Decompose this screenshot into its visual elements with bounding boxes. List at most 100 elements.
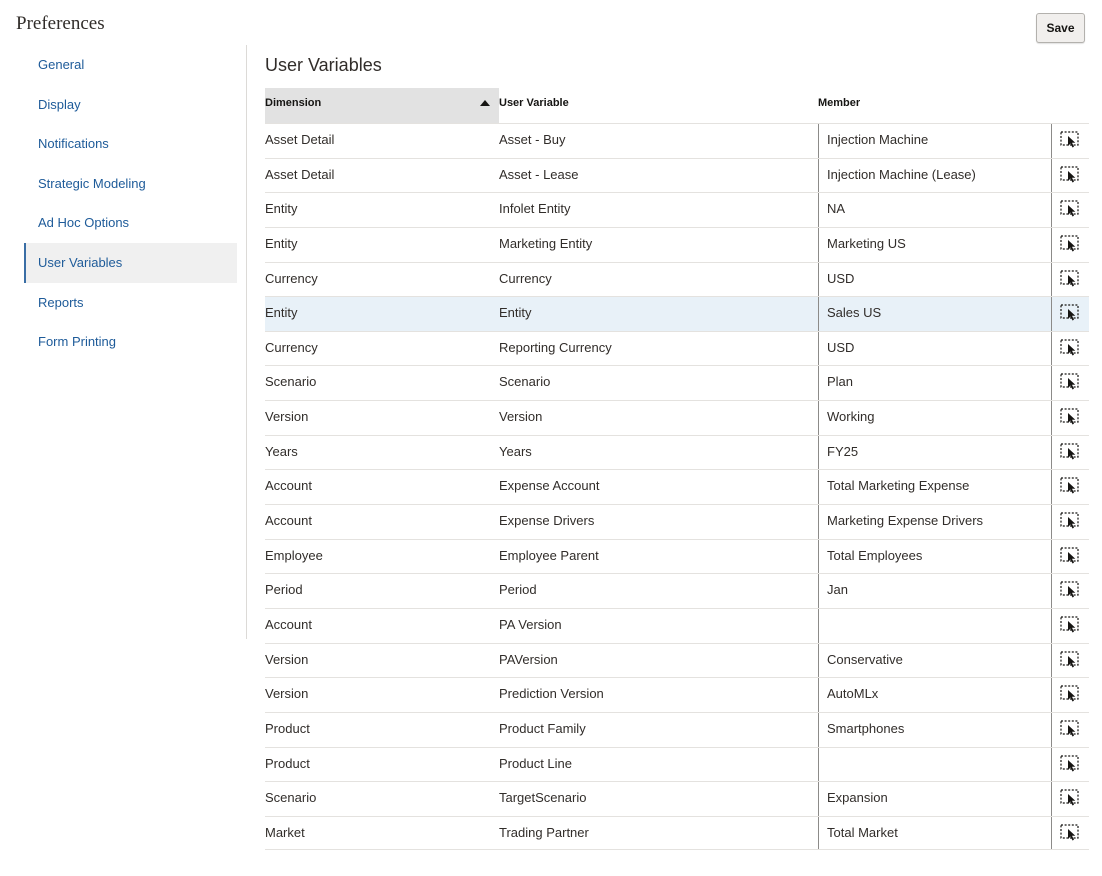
sort-ascending-icon[interactable] — [480, 100, 490, 106]
table-row[interactable]: Currency Reporting Currency USD — [265, 330, 1089, 366]
user-variable-cell: Currency — [499, 270, 552, 286]
user-variable-cell: Marketing Entity — [499, 235, 593, 251]
table-row[interactable]: Period Period Jan — [265, 573, 1089, 608]
sidebar-item-user-variables[interactable]: User Variables — [24, 242, 237, 283]
table-row[interactable]: Version Prediction Version AutoMLx — [265, 677, 1089, 712]
member-field[interactable]: Conservative — [818, 643, 1052, 678]
member-selector-icon[interactable] — [1060, 824, 1080, 842]
member-selector-icon[interactable] — [1060, 512, 1080, 530]
member-selector-icon[interactable] — [1060, 616, 1080, 634]
dimension-cell: Account — [265, 616, 312, 632]
member-field[interactable]: Sales US — [818, 297, 1052, 331]
dimension-cell: Version — [265, 651, 309, 667]
member-field[interactable]: Total Market — [818, 816, 1052, 850]
table-row[interactable]: Product Product Family Smartphones — [265, 711, 1089, 747]
member-selector-icon[interactable] — [1060, 754, 1080, 773]
member-selector-icon[interactable] — [1060, 477, 1080, 495]
member-selector-icon[interactable] — [1060, 131, 1080, 149]
dimension-cell: Currency — [265, 270, 318, 286]
sidebar-item-reports[interactable]: Reports — [24, 283, 237, 323]
table-row[interactable]: Market Trading Partner Total Market — [265, 815, 1089, 851]
member-field[interactable]: Total Marketing Expense — [818, 470, 1052, 505]
table-row[interactable]: Version PAVersion Conservative — [265, 642, 1089, 678]
table-row[interactable]: Currency Currency USD — [265, 261, 1089, 297]
member-field[interactable]: Smartphones — [818, 712, 1052, 747]
member-selector-icon[interactable] — [1060, 339, 1080, 357]
member-field[interactable]: Plan — [818, 366, 1052, 401]
user-variable-cell: PA Version — [499, 616, 562, 632]
user-variable-cell: Reporting Currency — [499, 339, 612, 355]
sidebar-item-ad-hoc-options[interactable]: Ad Hoc Options — [24, 203, 237, 243]
member-field[interactable]: NA — [818, 193, 1052, 227]
member-field[interactable] — [818, 608, 1052, 643]
table-row[interactable]: Employee Employee Parent Total Employees — [265, 538, 1089, 574]
member-selector-icon[interactable] — [1060, 235, 1080, 253]
table-row[interactable]: Entity Infolet Entity NA — [265, 192, 1089, 227]
table-row[interactable]: Account Expense Drivers Marketing Expense … — [265, 504, 1089, 539]
member-selector-icon[interactable] — [1060, 443, 1080, 461]
member-field[interactable]: AutoMLx — [818, 678, 1052, 712]
sidebar-item-general[interactable]: General — [24, 45, 237, 85]
sidebar-item-form-printing[interactable]: Form Printing — [24, 322, 237, 362]
table-header: Dimension User Variable Member — [265, 88, 1089, 123]
table-row[interactable]: Asset Detail Asset - Buy Injection Machine — [265, 123, 1089, 158]
user-variable-cell: Scenario — [499, 374, 551, 390]
member-selector-icon[interactable] — [1060, 581, 1080, 599]
table-row[interactable]: Account PA Version — [265, 607, 1089, 643]
table-row[interactable]: Asset Detail Asset - Lease Injection Machi… — [265, 157, 1089, 193]
member-field[interactable]: USD — [818, 331, 1052, 366]
sidebar-item-strategic-modeling[interactable]: Strategic Modeling — [24, 164, 237, 204]
member-selector-icon[interactable] — [1060, 685, 1080, 703]
member-selector-icon[interactable] — [1060, 304, 1080, 322]
member-field[interactable]: Injection Machine — [818, 124, 1052, 158]
table-row[interactable]: Entity Entity Sales US — [265, 296, 1089, 331]
member-selector-icon[interactable] — [1060, 373, 1080, 391]
table-row[interactable]: Version Version Working — [265, 400, 1089, 435]
column-header-user-variable[interactable]: User Variable — [499, 88, 569, 123]
member-field[interactable]: Marketing Expense Drivers — [818, 505, 1052, 539]
member-selector-icon[interactable] — [1060, 269, 1080, 288]
member-field[interactable]: Total Employees — [818, 539, 1052, 574]
table-row[interactable]: Product Product Line — [265, 746, 1089, 782]
user-variable-cell: Entity — [499, 305, 532, 321]
table-row[interactable]: Scenario Scenario Plan — [265, 365, 1089, 401]
dimension-cell: Entity — [265, 235, 298, 251]
dimension-cell: Asset Detail — [265, 132, 335, 147]
member-selector-icon[interactable] — [1060, 166, 1080, 184]
dimension-cell: Asset Detail — [265, 166, 335, 182]
user-variable-cell: Asset - Buy — [499, 132, 566, 147]
column-header-member[interactable]: Member — [818, 88, 860, 123]
user-variable-cell: Expense Drivers — [499, 513, 595, 529]
table-row[interactable]: Account Expense Account Total Marketing Ex… — [265, 469, 1089, 505]
member-selector-icon[interactable] — [1060, 200, 1080, 218]
table-row[interactable]: Years Years FY25 — [265, 434, 1089, 470]
member-selector-icon[interactable] — [1060, 651, 1080, 669]
user-variable-cell: Prediction Version — [499, 686, 604, 702]
member-field[interactable]: Injection Machine (Lease) — [818, 158, 1052, 193]
member-field[interactable]: Marketing US — [818, 227, 1052, 262]
member-selector-icon[interactable] — [1060, 547, 1080, 565]
member-selector-icon[interactable] — [1060, 720, 1080, 738]
dimension-cell: Product — [265, 755, 310, 771]
user-variable-cell: Asset - Lease — [499, 166, 579, 182]
preferences-sidebar: General Display Notifications Strategic Mod… — [24, 45, 237, 362]
user-variable-cell: Years — [499, 443, 532, 459]
table-row[interactable]: Scenario TargetScenario Expansion — [265, 781, 1089, 816]
member-field[interactable]: Expansion — [818, 782, 1052, 816]
table-row[interactable]: Entity Marketing Entity Marketing US — [265, 226, 1089, 262]
column-header-dimension[interactable]: Dimension — [265, 88, 499, 123]
user-variable-cell: Infolet Entity — [499, 201, 571, 217]
member-selector-icon[interactable] — [1060, 789, 1080, 807]
save-button[interactable]: Save — [1036, 13, 1085, 43]
member-field[interactable] — [818, 747, 1052, 782]
member-field[interactable]: Working — [818, 401, 1052, 435]
user-variable-cell: Employee Parent — [499, 547, 599, 563]
member-selector-icon[interactable] — [1060, 408, 1080, 426]
dimension-cell: Scenario — [265, 790, 317, 806]
dimension-cell: Currency — [265, 339, 318, 355]
sidebar-item-notifications[interactable]: Notifications — [24, 124, 237, 164]
member-field[interactable]: USD — [818, 262, 1052, 297]
member-field[interactable]: FY25 — [818, 435, 1052, 470]
sidebar-item-display[interactable]: Display — [24, 85, 237, 125]
member-field[interactable]: Jan — [818, 574, 1052, 608]
